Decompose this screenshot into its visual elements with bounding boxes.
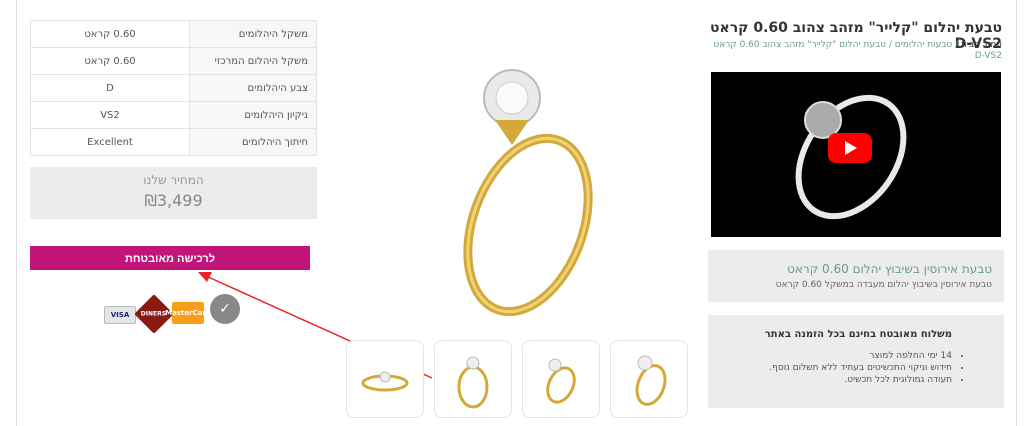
list-item: 14 ימי החלפה למוצר bbox=[769, 351, 952, 361]
price-box: המחיר שלנו ₪3,499 bbox=[30, 167, 317, 219]
thumbnail-1[interactable] bbox=[610, 340, 688, 418]
spec-value: 0.60 קראט bbox=[30, 20, 190, 48]
promo-subtitle: טבעת אירוסין בשיבוץ יהלום מעבדה במשקל 0.… bbox=[775, 280, 992, 290]
shipping-title: משלוח מאובטח בחינם בכל הזמנה באתר bbox=[764, 329, 952, 340]
breadcrumb-home[interactable]: עמוד הבית bbox=[961, 40, 1002, 50]
spec-label: משקל היהלומים bbox=[189, 20, 317, 48]
price-label: המחיר שלנו bbox=[143, 173, 204, 187]
shipping-list: 14 ימי החלפה למוצר חידוש וניקוי התכשיטים… bbox=[769, 351, 964, 387]
spec-value: Excellent bbox=[30, 128, 190, 156]
thumbnail-2[interactable] bbox=[522, 340, 600, 418]
list-item: חידוש וניקוי התכשיטים בעתיד ללא תשלום נו… bbox=[769, 363, 952, 373]
spec-value: VS2 bbox=[30, 101, 190, 129]
breadcrumb-separator: / bbox=[952, 40, 962, 50]
spec-label: משקל היהלום המרכזי bbox=[189, 47, 317, 75]
youtube-play-icon[interactable] bbox=[828, 133, 872, 163]
spec-row: 0.60 קראט משקל היהלומים bbox=[30, 20, 317, 48]
spec-row: D צבע היהלומים bbox=[30, 74, 317, 102]
promo-title: טבעת אירוסין בשיבוץ יהלום 0.60 קראט bbox=[787, 262, 992, 276]
breadcrumb-separator: / bbox=[886, 40, 895, 50]
visa-logo: VISA bbox=[104, 306, 136, 324]
product-main-image[interactable] bbox=[440, 50, 600, 330]
specs-table: 0.60 קראט משקל היהלומים 0.60 קראט משקל ה… bbox=[30, 20, 317, 156]
diners-logo-text: DINERS bbox=[141, 310, 167, 318]
secure-checkmark-icon: ✓ bbox=[210, 294, 240, 324]
spec-row: 0.60 קראט משקל היהלום המרכזי bbox=[30, 47, 317, 75]
spec-row: Excellent חיתוך היהלומים bbox=[30, 128, 317, 156]
promo-box: טבעת אירוסין בשיבוץ יהלום 0.60 קראט טבעת… bbox=[708, 250, 1004, 302]
mastercard-logo: MasterCard bbox=[165, 302, 211, 324]
content-border-right bbox=[1016, 0, 1017, 426]
product-video[interactable] bbox=[711, 72, 1001, 237]
thumbnail-strip bbox=[346, 340, 688, 418]
price-value: ₪3,499 bbox=[144, 191, 203, 210]
spec-label: צבע היהלומים bbox=[189, 74, 317, 102]
spec-row: VS2 ניקיון היהלומים bbox=[30, 101, 317, 129]
thumbnail-4[interactable] bbox=[346, 340, 424, 418]
breadcrumb-category[interactable]: טבעות יהלומים bbox=[895, 40, 952, 50]
shipping-box: משלוח מאובטח בחינם בכל הזמנה באתר 14 ימי… bbox=[708, 315, 1004, 408]
thumbnail-3[interactable] bbox=[434, 340, 512, 418]
secure-purchase-button[interactable]: לרכישה מאובטחת bbox=[30, 246, 310, 270]
content-border-left bbox=[16, 0, 17, 426]
spec-label: חיתוך היהלומים bbox=[189, 128, 317, 156]
breadcrumb: עמוד הבית / טבעות יהלומים / טבעת יהלום "… bbox=[702, 40, 1002, 62]
spec-value: 0.60 קראט bbox=[30, 47, 190, 75]
spec-label: ניקיון היהלומים bbox=[189, 101, 317, 129]
list-item: תעודה גמולוגית לכל תכשיט. bbox=[769, 375, 952, 385]
spec-value: D bbox=[30, 74, 190, 102]
